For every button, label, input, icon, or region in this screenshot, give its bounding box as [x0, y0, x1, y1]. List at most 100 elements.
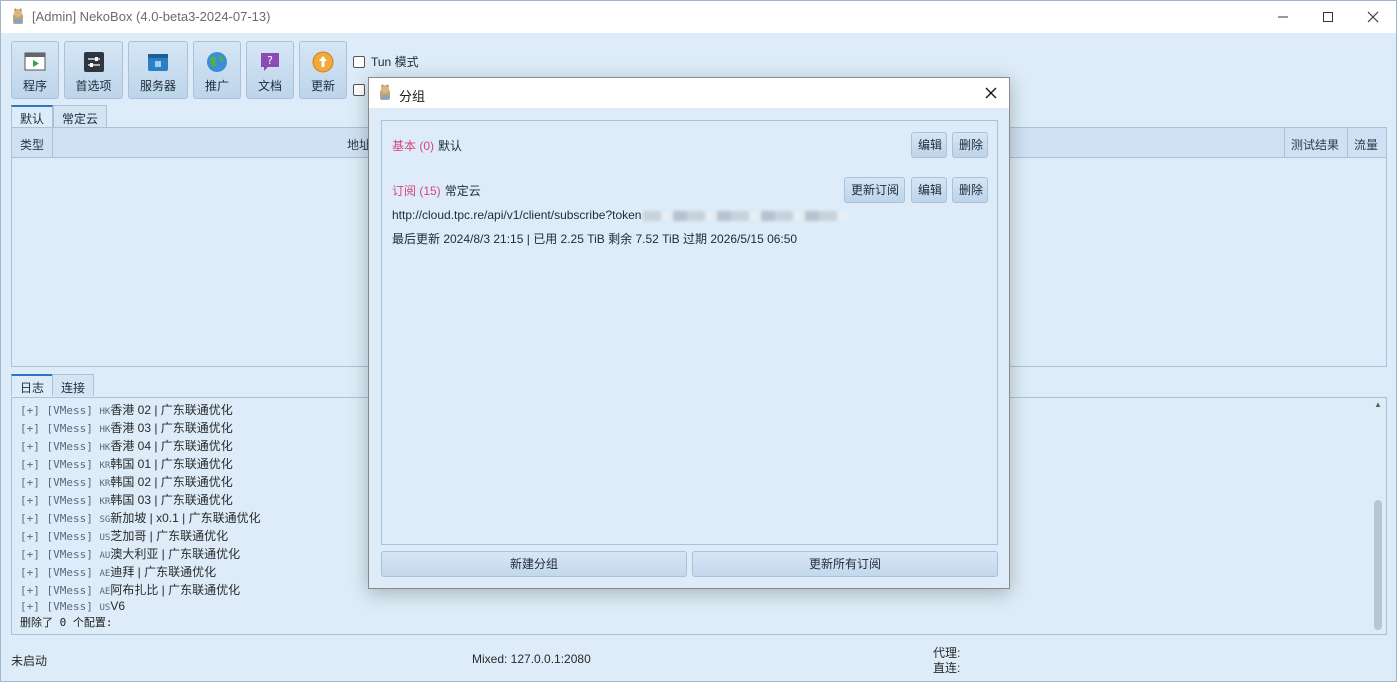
log-prefix: [+] [VMess]: [20, 600, 100, 613]
scrollbar-thumb[interactable]: [1374, 500, 1382, 630]
minimize-icon: [1278, 16, 1288, 18]
log-text: 香港 03 | 广东联通优化: [110, 421, 233, 435]
main-window: [Admin] NekoBox (4.0-beta3-2024-07-13) 程…: [0, 0, 1397, 682]
svg-text:?: ?: [267, 54, 273, 67]
delete-group-button[interactable]: 删除: [952, 177, 988, 203]
update-icon: [312, 51, 334, 73]
close-button[interactable]: [1350, 1, 1396, 33]
log-prefix: [+] [VMess]: [20, 530, 100, 543]
status-direct: 直连:: [933, 661, 961, 675]
log-flag: HK: [99, 425, 111, 435]
log-scrollbar[interactable]: ▲: [1372, 400, 1384, 632]
log-line: [+] [VMess] HK香港 04 | 广东联通优化: [20, 437, 233, 454]
log-line: [+] [VMess] KR韩国 01 | 广东联通优化: [20, 455, 233, 472]
log-text: 迪拜 | 广东联通优化: [110, 565, 217, 579]
tab-log-label: 日志: [20, 381, 45, 395]
group-dialog: 分组 基本 (0) 默认 编辑 删除 订阅 (15) 常定云 更新订阅 编辑 删除 …: [368, 77, 1010, 589]
globe-icon: [207, 52, 227, 72]
log-prefix: [+] [VMess]: [20, 512, 100, 525]
log-prefix: [+] [VMess]: [20, 494, 100, 507]
preferences-label: 首选项: [75, 79, 112, 93]
group-type: 基本 (0): [392, 139, 435, 153]
minimize-button[interactable]: [1260, 1, 1306, 33]
maximize-icon: [1323, 12, 1333, 22]
second-checkbox-box[interactable]: [353, 84, 365, 96]
delete-group-button[interactable]: 删除: [952, 132, 988, 158]
tun-mode-box[interactable]: [353, 55, 365, 68]
program-button[interactable]: 程序: [11, 41, 59, 99]
log-prefix: [+] [VMess]: [20, 458, 100, 471]
promote-label: 推广: [204, 79, 229, 93]
log-line: [+] [VMess] SG新加坡 | x0.1 | 广东联通优化: [20, 509, 261, 526]
tun-mode-checkbox[interactable]: Tun 模式: [353, 53, 419, 70]
tab-changdingyun-group[interactable]: 常定云: [53, 105, 108, 127]
dialog-title: 分组: [399, 89, 426, 104]
log-prefix: [+] [VMess]: [20, 440, 100, 453]
column-traffic[interactable]: 流量: [1354, 136, 1378, 153]
preferences-button[interactable]: 首选项: [64, 41, 123, 99]
log-line: [+] [VMess] AE迪拜 | 广东联通优化: [20, 563, 216, 580]
log-line: [+] [VMess] US芝加哥 | 广东联通优化: [20, 527, 228, 544]
group-list: 基本 (0) 默认 编辑 删除 订阅 (15) 常定云 更新订阅 编辑 删除 htt…: [381, 120, 998, 545]
log-line: [+] [VMess] AU澳大利亚 | 广东联通优化: [20, 545, 240, 562]
subscription-url-text: http://cloud.tpc.re/api/v1/client/subscr…: [392, 208, 642, 222]
close-icon: [1367, 11, 1379, 23]
maximize-button[interactable]: [1305, 1, 1351, 33]
update-label: 更新: [310, 79, 335, 93]
tab-changdingyun-label: 常定云: [62, 112, 99, 126]
log-text: V6: [110, 599, 126, 613]
status-state: 未启动: [11, 654, 48, 668]
program-label: 程序: [22, 79, 47, 93]
column-type[interactable]: 类型: [20, 136, 44, 153]
log-flag: SG: [99, 515, 111, 525]
tab-log[interactable]: 日志: [11, 374, 54, 396]
column-divider: [1347, 128, 1348, 158]
group-name: 常定云: [444, 184, 481, 198]
log-flag: AE: [99, 587, 111, 597]
update-button[interactable]: 更新: [299, 41, 347, 99]
tab-connections[interactable]: 连接: [52, 374, 95, 396]
log-line: [+] [VMess] AE阿布扎比 | 广东联通优化: [20, 581, 240, 598]
help-doc-icon: ?: [261, 53, 279, 71]
column-divider: [52, 128, 53, 158]
log-flag: HK: [99, 443, 111, 453]
server-button[interactable]: 服务器: [128, 41, 188, 99]
status-mixed: Mixed: 127.0.0.1:2080: [472, 652, 591, 666]
redacted-token: [643, 210, 849, 221]
dialog-title-bar: 分组: [369, 78, 1009, 108]
column-test-result[interactable]: 测试结果: [1291, 136, 1339, 153]
subscription-url: http://cloud.tpc.re/api/v1/client/subscr…: [392, 208, 849, 222]
program-icon: [24, 52, 46, 71]
server-icon: [148, 54, 168, 71]
log-line: [+] [VMess] KR韩国 02 | 广东联通优化: [20, 473, 233, 490]
tab-default-label: 默认: [20, 112, 45, 126]
log-prefix: [+] [VMess]: [20, 584, 100, 597]
tun-mode-label: Tun 模式: [371, 55, 419, 69]
log-line: [+] [VMess] USV6: [20, 599, 125, 613]
log-prefix: [+] [VMess]: [20, 404, 100, 417]
log-prefix: [+] [VMess]: [20, 566, 100, 579]
preferences-icon: [83, 52, 104, 72]
log-flag: US: [99, 603, 111, 613]
update-all-subscriptions-button[interactable]: 更新所有订阅: [692, 551, 998, 577]
log-text: 香港 04 | 广东联通优化: [110, 439, 233, 453]
promote-button[interactable]: 推广: [193, 41, 241, 99]
docs-button[interactable]: ? 文档: [246, 41, 294, 99]
nekobox-app-icon: [13, 8, 23, 24]
log-prefix: [+] [VMess]: [20, 422, 100, 435]
log-text: 韩国 01 | 广东联通优化: [110, 457, 233, 471]
scroll-up-icon[interactable]: ▲: [1374, 400, 1382, 409]
tab-connections-label: 连接: [61, 381, 86, 395]
new-group-button[interactable]: 新建分组: [381, 551, 687, 577]
group-name: 默认: [438, 139, 463, 153]
log-prefix: [+] [VMess]: [20, 548, 100, 561]
tab-default-group[interactable]: 默认: [11, 105, 54, 127]
edit-group-button[interactable]: 编辑: [911, 177, 947, 203]
nekobox-app-icon: [380, 84, 390, 100]
log-line: [+] [VMess] KR韩国 03 | 广东联通优化: [20, 491, 233, 508]
log-flag: KR: [99, 461, 111, 471]
dialog-close-button[interactable]: [979, 82, 1003, 104]
edit-group-button[interactable]: 编辑: [911, 132, 947, 158]
update-subscription-button[interactable]: 更新订阅: [844, 177, 905, 203]
log-text: 韩国 03 | 广东联通优化: [110, 493, 233, 507]
